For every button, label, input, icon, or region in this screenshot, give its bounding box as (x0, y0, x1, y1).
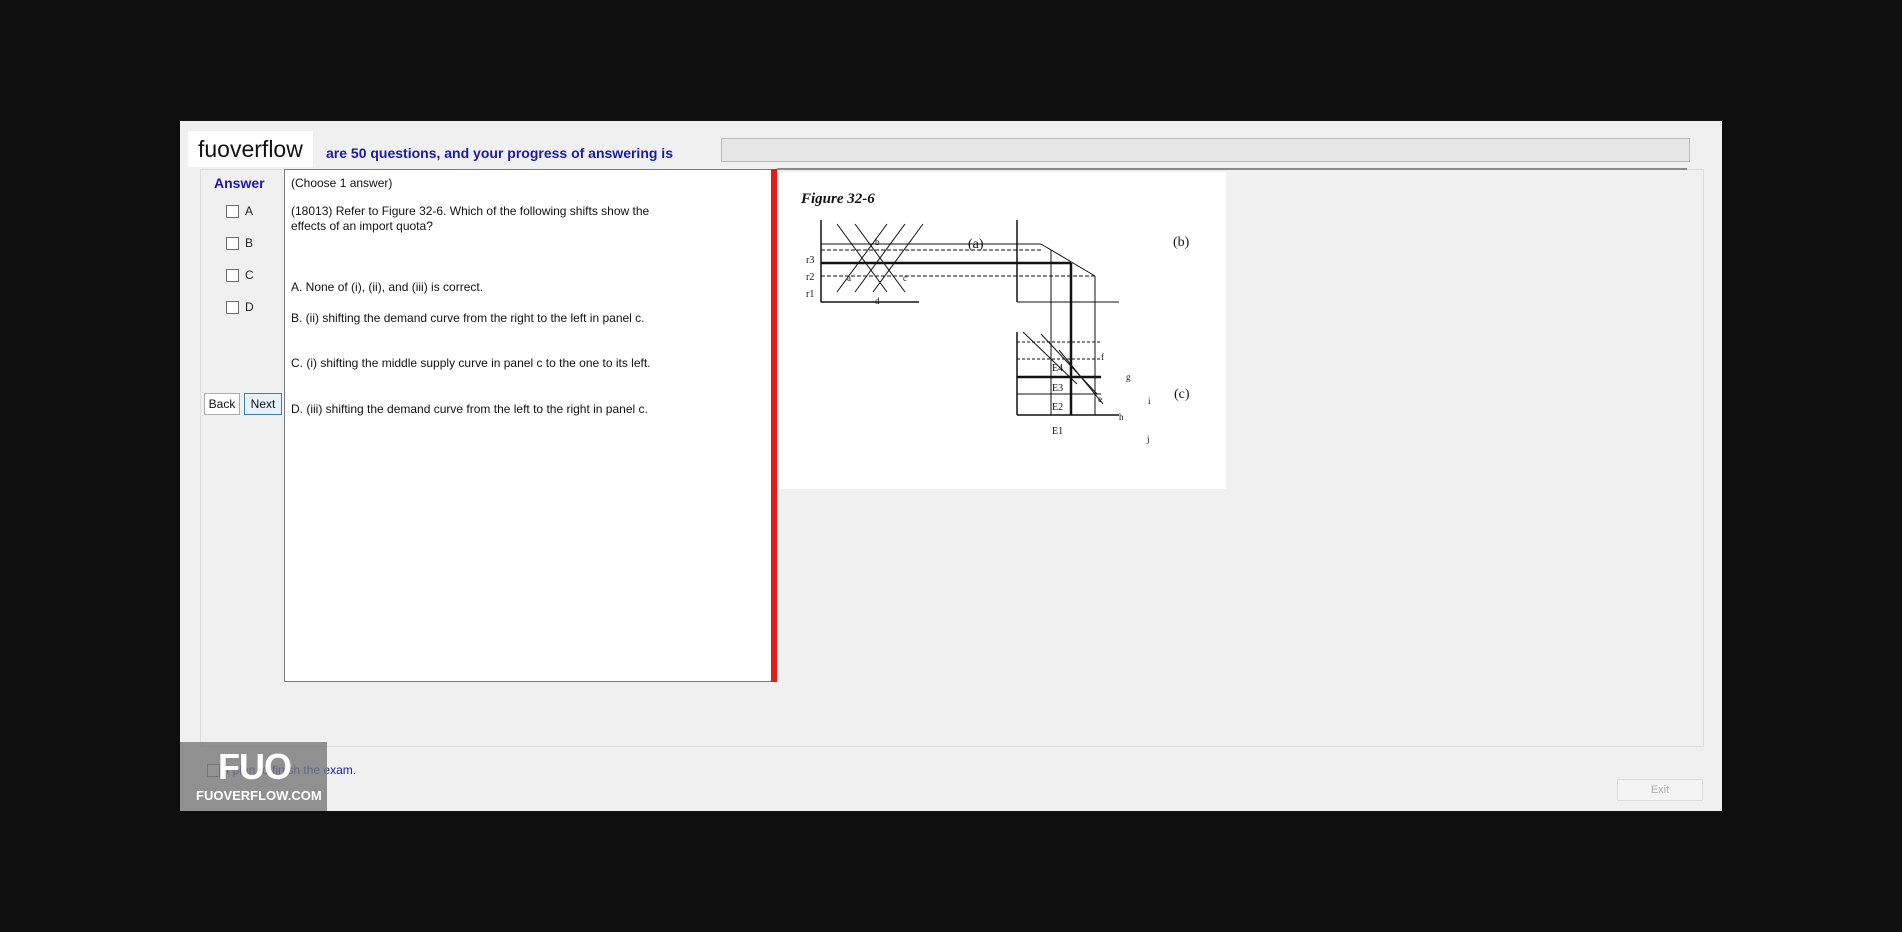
divider (777, 168, 1687, 170)
question-text: (18013) Refer to Figure 32-6. Which of t… (291, 204, 650, 233)
option-a-label: A (245, 204, 254, 218)
panel-c-label: (c) (1174, 387, 1190, 402)
point-f-label: f (1101, 352, 1104, 362)
option-b-checkbox[interactable] (226, 236, 239, 250)
watermark-big-text: FUO (218, 746, 292, 787)
point-g-label: g (1126, 372, 1131, 382)
choice-b-text: B. (ii) shifting the demand curve from t… (291, 311, 645, 325)
option-a[interactable]: A (226, 204, 253, 218)
option-d-checkbox[interactable] (226, 300, 239, 314)
choice-d-text: D. (iii) shifting the demand curve from … (291, 402, 648, 416)
option-d-label: D (245, 300, 254, 314)
point-i-label: i (1148, 396, 1151, 406)
r3-label: r3 (806, 255, 814, 266)
r2-label: r2 (806, 272, 814, 283)
option-c-checkbox[interactable] (226, 268, 239, 282)
watermark-badge: FUO FUOVERFLOW.COM (180, 742, 327, 811)
point-d-label: d (875, 296, 880, 306)
answer-title: Answer (214, 175, 265, 191)
choice-a-text: A. None of (i), (ii), and (iii) is corre… (291, 280, 484, 294)
e2-label: E2 (1052, 402, 1063, 413)
option-d[interactable]: D (226, 300, 254, 314)
watermark-small-text: FUOVERFLOW.COM (196, 788, 322, 803)
exit-button[interactable]: Exit (1617, 779, 1703, 801)
figure-panel: Figure 32-6 (a) (b) (c) r3 r2 r1 E4 E3 E… (779, 172, 1226, 489)
option-a-checkbox[interactable] (226, 204, 239, 218)
choice-c-text: C. (i) shifting the middle supply curve … (291, 356, 651, 370)
splitter-bar[interactable] (771, 169, 777, 682)
option-b-label: B (245, 236, 254, 250)
back-button[interactable]: Back (204, 393, 240, 415)
e3-label: E3 (1052, 383, 1063, 394)
point-c-label: c (903, 273, 907, 283)
option-c[interactable]: C (226, 268, 254, 282)
r1-label: r1 (806, 289, 814, 300)
point-j-label: j (1146, 434, 1150, 444)
next-button[interactable]: Next (244, 393, 282, 415)
option-b[interactable]: B (226, 236, 253, 250)
e1-label: E1 (1052, 426, 1063, 437)
progress-bar (721, 138, 1690, 162)
watermark-logo: fuoverflow (188, 131, 313, 167)
point-h-label: h (1119, 412, 1124, 422)
choose-hint: (Choose 1 answer) (291, 176, 393, 190)
progress-label: are 50 questions, and your progress of a… (326, 145, 673, 161)
option-c-label: C (245, 268, 254, 282)
exam-window: fuoverflow are 50 questions, and your pr… (180, 121, 1722, 811)
question-panel: (Choose 1 answer) (18013) Refer to Figur… (284, 169, 773, 682)
figure-title: Figure 32-6 (800, 191, 875, 207)
panel-b-label: (b) (1173, 235, 1190, 250)
figure-diagram: Figure 32-6 (a) (b) (c) r3 r2 r1 E4 E3 E… (800, 191, 1190, 444)
